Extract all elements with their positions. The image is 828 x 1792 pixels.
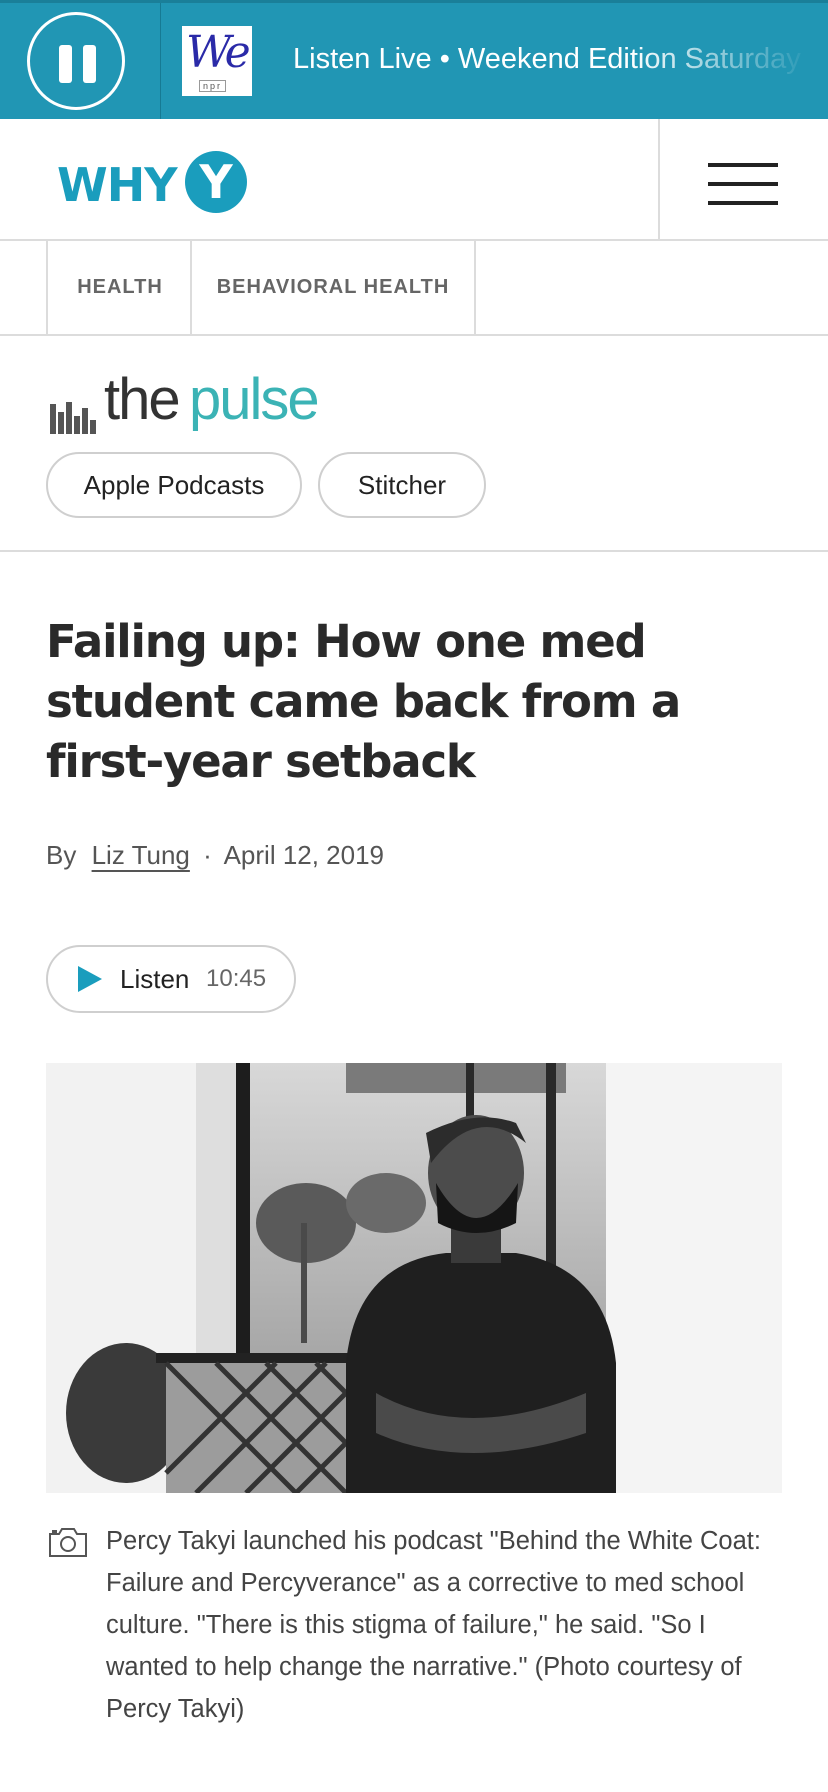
logo-pulse: pulse	[189, 367, 320, 432]
breadcrumb-behavioral-health[interactable]: BEHAVIORAL HEALTH	[190, 241, 476, 334]
pause-icon	[59, 45, 72, 83]
listen-button[interactable]: Listen 10:45	[46, 945, 296, 1013]
listen-label: Listen	[120, 964, 190, 994]
photo-caption: Percy Takyi launched his podcast "Behind…	[106, 1527, 761, 1723]
logo-the: the	[104, 367, 181, 432]
live-player-bar: We npr Listen Live • Weekend Edition Sat…	[0, 0, 828, 119]
whyy-logo-circle: Y	[185, 151, 247, 213]
station-logo-text: We	[186, 27, 251, 78]
pause-button[interactable]	[27, 12, 125, 110]
byline: By Liz Tung · April 12, 2019	[46, 840, 384, 871]
photo-illustration	[46, 1063, 782, 1493]
stitcher-button[interactable]: Stitcher	[318, 452, 486, 518]
article-date: April 12, 2019	[223, 840, 385, 870]
hamburger-menu-icon[interactable]	[708, 163, 778, 205]
station-logo: We npr	[182, 26, 252, 96]
byline-by: By	[46, 840, 77, 870]
camera-icon	[49, 1528, 87, 1557]
breadcrumb: HEALTH BEHAVIORAL HEALTH	[0, 241, 828, 336]
whyy-logo-text: WHY	[57, 158, 178, 212]
site-header: WHY Y	[0, 119, 828, 241]
article-photo	[46, 1063, 782, 1493]
article-headline: Failing up: How one med student came bac…	[46, 615, 681, 788]
byline-separator: ·	[203, 840, 212, 870]
pause-icon-bar	[83, 45, 96, 83]
apple-podcasts-button[interactable]: Apple Podcasts	[46, 452, 302, 518]
header-divider	[658, 119, 660, 239]
equalizer-bars-icon	[50, 402, 100, 434]
npr-badge: npr	[199, 80, 227, 92]
whyy-logo[interactable]: WHY Y	[57, 149, 247, 215]
play-icon	[78, 966, 102, 992]
listen-live-link[interactable]: Listen Live • Weekend Edition Saturday	[293, 43, 813, 83]
show-section: the pulse Apple Podcasts Stitcher	[0, 336, 828, 552]
the-pulse-logo[interactable]: the pulse	[50, 366, 350, 434]
breadcrumb-health[interactable]: HEALTH	[46, 241, 192, 334]
player-divider	[160, 3, 161, 119]
author-link[interactable]: Liz Tung	[92, 840, 190, 870]
listen-duration: 10:45	[206, 965, 267, 992]
